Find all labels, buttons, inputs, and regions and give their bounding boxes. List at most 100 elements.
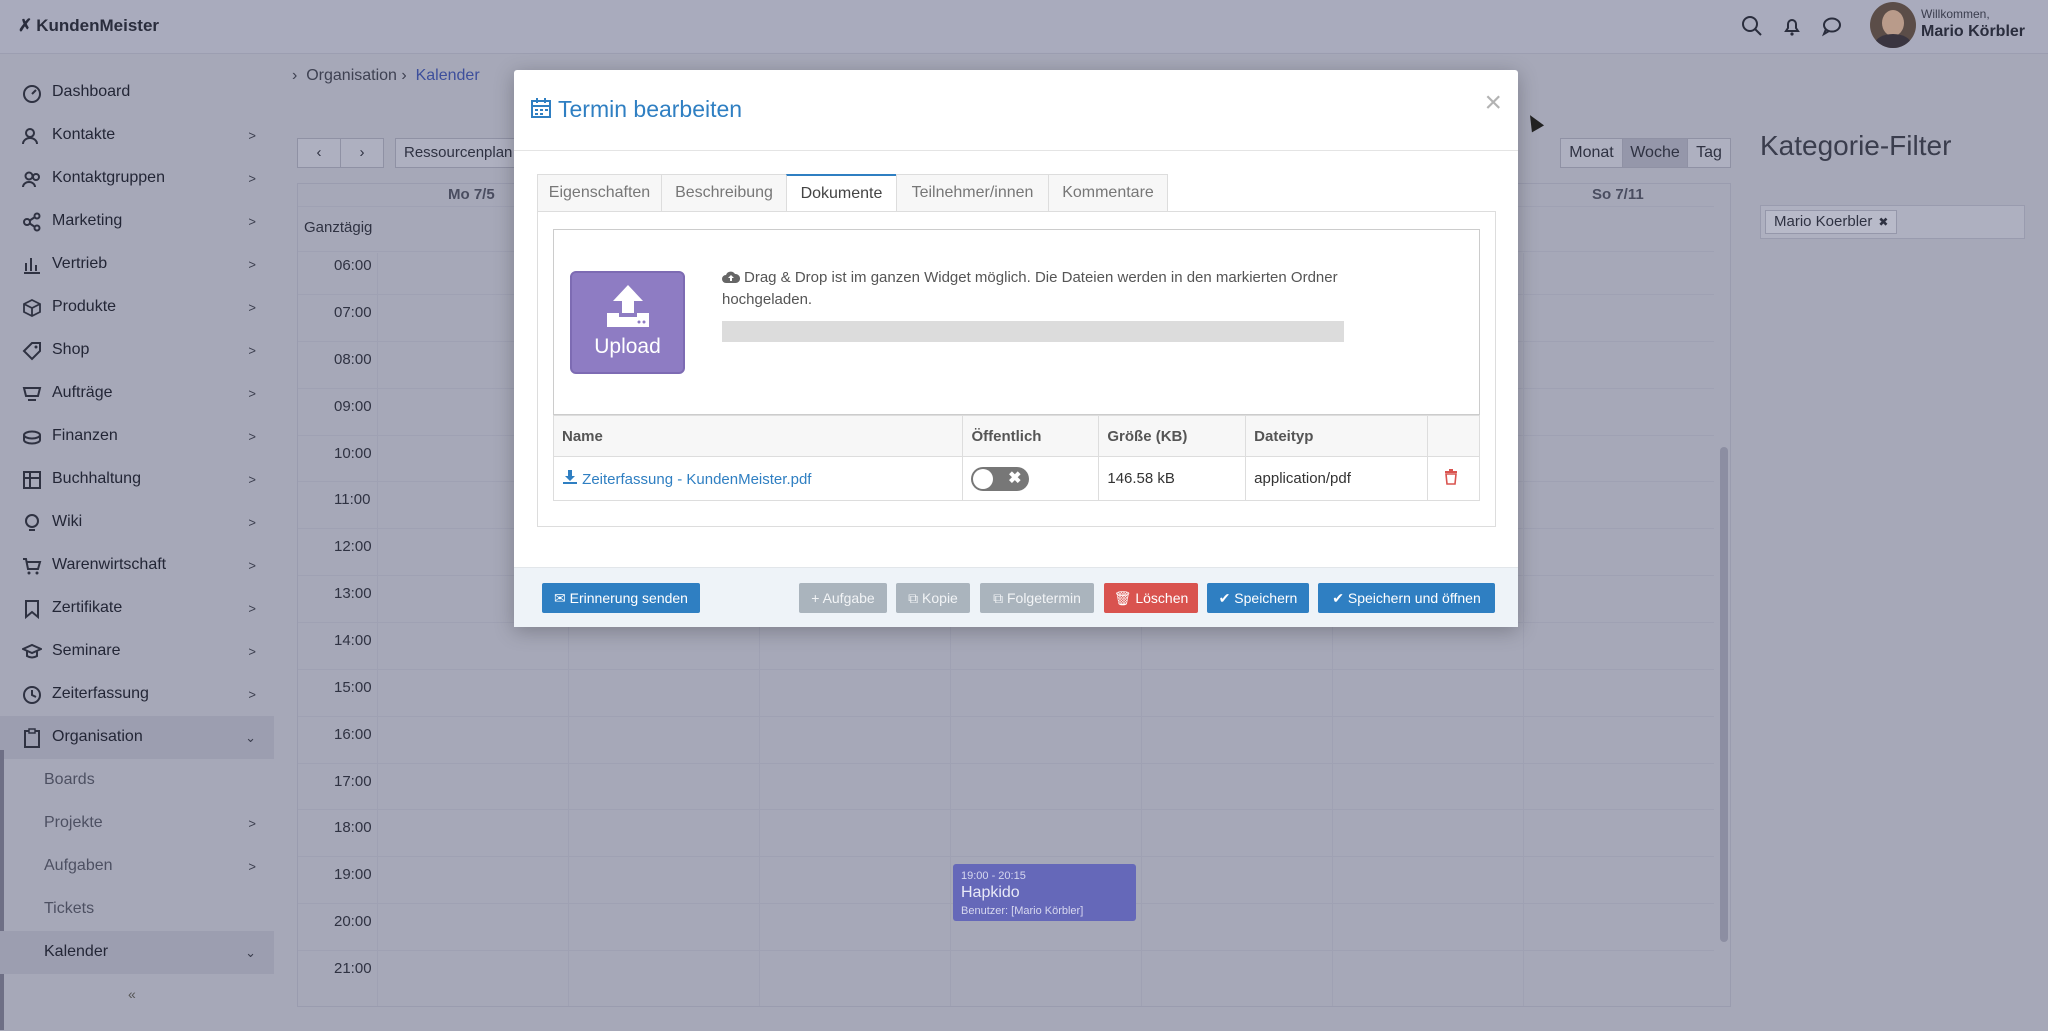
sidebar-item-buchhaltung[interactable]: Buchhaltung > (0, 458, 274, 501)
app-logo[interactable]: ✗ KundenMeister (18, 16, 159, 36)
next-button[interactable]: › (340, 138, 384, 168)
time-label: 07:00 (334, 304, 372, 321)
breadcrumb-parent[interactable]: Organisation (306, 67, 397, 84)
sidebar-item-projekte[interactable]: Projekte > (0, 802, 274, 845)
sidebar-item-boards[interactable]: Boards (0, 759, 274, 802)
envelope-icon: ✉ (554, 590, 566, 606)
add-task-button[interactable]: + Aufgabe (799, 583, 887, 613)
sidebar-item-seminare[interactable]: Seminare > (0, 630, 274, 673)
tab-kommentare[interactable]: Kommentare (1048, 174, 1168, 212)
save-and-open-button[interactable]: ✔ Speichern und öffnen (1318, 583, 1495, 613)
time-label: 08:00 (334, 351, 372, 368)
followup-button[interactable]: ⧉ Folgetermin (980, 583, 1094, 613)
upload-dropzone[interactable]: Upload Drag & Drop ist im ganzen Widget … (553, 229, 1480, 415)
calendar-event[interactable]: 19:00 - 20:15 Hapkido Benutzer: [Mario K… (953, 864, 1136, 921)
chevron-down-icon: ⌄ (245, 945, 256, 960)
filter-tag-label: Mario Koerbler (1774, 213, 1873, 230)
modal-footer: ✉ Erinnerung senden + Aufgabe ⧉ Kopie ⧉ … (514, 567, 1518, 627)
calendar-icon (531, 98, 551, 118)
sidebar-item-produkte[interactable]: Produkte > (0, 286, 274, 329)
column-header-size[interactable]: Größe (KB) (1098, 415, 1247, 457)
file-link[interactable]: Zeiterfassung - KundenMeister.pdf (582, 471, 811, 488)
time-label: 13:00 (334, 585, 372, 602)
orders-icon (22, 387, 42, 401)
sidebar-item-label: Kalender (44, 943, 109, 960)
dashboard-icon (23, 85, 41, 103)
remove-tag-icon[interactable]: ✖ (1878, 215, 1888, 229)
column-header-name[interactable]: Name (552, 415, 964, 457)
sidebar-item-label: Kontakte (52, 126, 116, 143)
chat-icon[interactable] (1820, 14, 1844, 38)
view-week-button[interactable]: Woche (1622, 138, 1688, 168)
calendar-scrollbar[interactable] (1720, 447, 1728, 942)
groups-icon (22, 171, 40, 188)
tab-eigenschaften[interactable]: Eigenschaften (537, 174, 662, 212)
graduation-icon (22, 643, 42, 659)
sidebar-item-marketing[interactable]: Marketing > (0, 200, 274, 243)
plus-icon: + (811, 590, 820, 606)
avatar[interactable] (1870, 2, 1916, 48)
search-icon[interactable] (1740, 14, 1764, 38)
sidebar-item-auftraege[interactable]: Aufträge > (0, 372, 274, 415)
save-button[interactable]: ✔ Speichern (1207, 583, 1309, 613)
sidebar-item-vertrieb[interactable]: Vertrieb > (0, 243, 274, 286)
bell-icon[interactable] (1780, 14, 1804, 38)
sidebar-item-label: Zeiterfassung (52, 685, 149, 702)
sidebar-item-aufgaben[interactable]: Aufgaben > (0, 845, 274, 888)
category-filter-input[interactable]: Mario Koerbler ✖ (1760, 205, 2025, 239)
sidebar-item-shop[interactable]: Shop > (0, 329, 274, 372)
tab-beschreibung[interactable]: Beschreibung (661, 174, 787, 212)
tab-teilnehmer[interactable]: Teilnehmer/innen (896, 174, 1049, 212)
sidebar-item-tickets[interactable]: Tickets (0, 888, 274, 931)
view-month-button[interactable]: Monat (1560, 138, 1623, 168)
tab-dokumente[interactable]: Dokumente (786, 174, 897, 212)
breadcrumb-current[interactable]: Kalender (416, 67, 480, 84)
time-label: 20:00 (334, 913, 372, 930)
time-label: 12:00 (334, 538, 372, 555)
view-day-button[interactable]: Tag (1687, 138, 1731, 168)
chevron-right-icon: > (248, 429, 256, 444)
sidebar-item-organisation[interactable]: Organisation ⌄ (0, 716, 274, 759)
sidebar-item-finanzen[interactable]: Finanzen > (0, 415, 274, 458)
day-header-sunday: So 7/11 (1592, 186, 1644, 203)
copy-button[interactable]: ⧉ Kopie (896, 583, 970, 613)
chevron-right-icon: > (248, 300, 256, 315)
chevron-right-icon: > (248, 386, 256, 401)
event-title: Hapkido (961, 884, 1020, 901)
sidebar-item-kontakte[interactable]: Kontakte > (0, 114, 274, 157)
time-label: 18:00 (334, 819, 372, 836)
sidebar-item-label: Buchhaltung (52, 470, 141, 487)
file-type: application/pdf (1245, 456, 1429, 501)
send-reminder-button[interactable]: ✉ Erinnerung senden (542, 583, 700, 613)
cart-icon (23, 558, 42, 575)
public-toggle[interactable]: ✖ (971, 466, 1030, 491)
sidebar-item-zertifikate[interactable]: Zertifikate > (0, 587, 274, 630)
trash-icon[interactable] (1444, 468, 1458, 485)
prev-button[interactable]: ‹ (297, 138, 341, 168)
sidebar-item-kontaktgruppen[interactable]: Kontaktgruppen > (0, 157, 274, 200)
sidebar-item-label: Marketing (52, 212, 123, 229)
delete-button[interactable]: 🗑 Löschen (1104, 583, 1198, 613)
upload-button[interactable]: Upload (570, 271, 685, 374)
grid-line (377, 253, 378, 1006)
collapse-sidebar-button[interactable]: « (128, 986, 136, 1002)
download-icon[interactable] (562, 469, 578, 485)
upload-label: Upload (594, 335, 661, 358)
close-icon[interactable]: × (1484, 88, 1502, 118)
sidebar-item-warenwirtschaft[interactable]: Warenwirtschaft > (0, 544, 274, 587)
sidebar-item-dashboard[interactable]: Dashboard (0, 71, 274, 114)
top-bar: ✗ KundenMeister Willkommen, Mario Körbler (0, 0, 2048, 54)
sidebar-item-wiki[interactable]: Wiki > (0, 501, 274, 544)
sidebar-item-label: Aufgaben (44, 857, 113, 874)
resource-plan-button[interactable]: Ressourcenplan (395, 138, 525, 168)
time-label: 06:00 (334, 257, 372, 274)
sidebar-item-zeiterfassung[interactable]: Zeiterfassung > (0, 673, 274, 716)
sidebar-item-kalender[interactable]: Kalender ⌄ (0, 931, 274, 974)
column-header-public[interactable]: Öffentlich (962, 415, 1100, 457)
user-name[interactable]: Mario Körbler (1921, 23, 2025, 41)
welcome-text: Willkommen, (1921, 7, 1990, 21)
chevron-right-icon: > (248, 558, 256, 573)
table-row: Zeiterfassung - KundenMeister.pdf ✖ 146.… (552, 456, 1480, 501)
column-header-type[interactable]: Dateityp (1245, 415, 1429, 457)
chevron-down-icon: ⌄ (245, 730, 256, 745)
